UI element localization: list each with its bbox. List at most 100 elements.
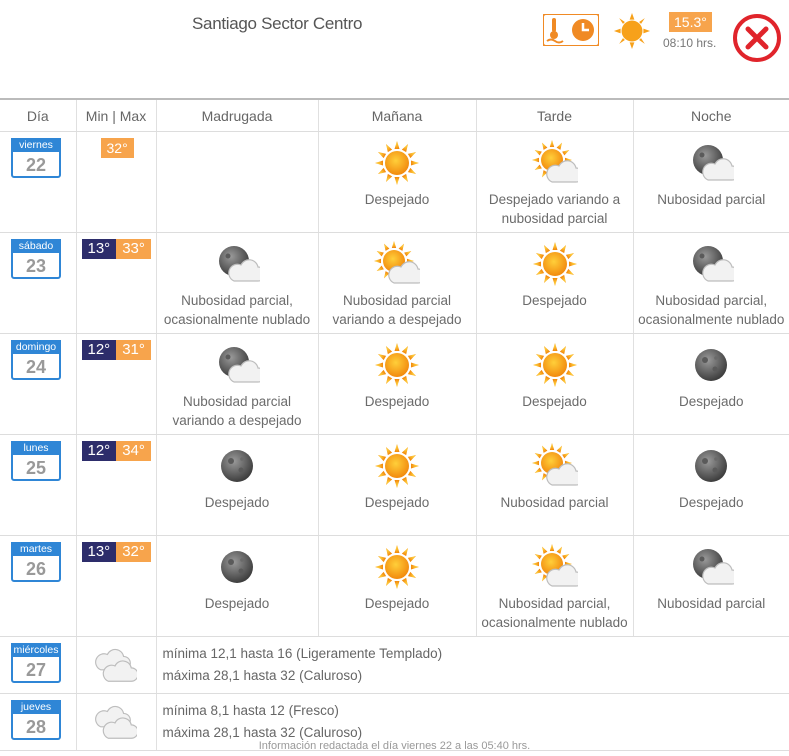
max-temp: 32° <box>116 542 151 562</box>
weather-description: Despejado <box>204 495 270 510</box>
day-cell: martes 26 <box>0 535 76 637</box>
table-row: martes 26 13° 32° Despejado Despejado Nubosida… <box>0 535 789 637</box>
weather-description: Despejado <box>364 495 430 510</box>
max-temp: 32° <box>100 138 134 158</box>
min-range-text: mínima 12,1 hasta 16 (Ligeramente Templa… <box>162 646 443 661</box>
period-cell: Nubosidad parcial, ocasionalmente nublad… <box>475 535 633 637</box>
min-range-text: mínima 8,1 hasta 12 (Fresco) <box>162 703 339 718</box>
icon-cell <box>75 636 156 694</box>
weather-description: Nubosidad parcial, ocasionalmente nublad… <box>163 293 311 327</box>
min-temp: 13° <box>81 239 117 259</box>
moon-cloud-icon <box>688 544 740 590</box>
day-number: 24 <box>25 357 47 377</box>
col-header-madrugada: Madrugada <box>155 98 318 132</box>
day-cell: domingo 24 <box>0 333 76 435</box>
moon-cloud-icon <box>688 140 740 186</box>
weekday-label: domingo <box>11 340 61 354</box>
table-row: miércoles 27 mínima 12,1 hasta 16 (Ligera… <box>0 636 789 694</box>
period-cell: Nubosidad parcial variando a despejado <box>317 232 476 334</box>
weather-description: Despejado <box>364 394 430 409</box>
weather-description: Despejado <box>204 596 270 611</box>
close-icon[interactable] <box>731 12 783 64</box>
weekday-label: viernes <box>11 138 61 152</box>
moon-cloud-icon <box>214 342 266 388</box>
current-temperature: 15.3° <box>669 12 712 32</box>
sun-icon <box>374 342 420 388</box>
weather-description: Nubosidad parcial <box>657 596 766 611</box>
day-number: 28 <box>25 717 47 737</box>
table-row: domingo 24 12° 31° Nubosidad parcial variand… <box>0 333 789 435</box>
table-row: viernes 22 32° Despejado Despejado variando … <box>0 131 789 233</box>
calendar-icon: domingo 24 <box>11 340 61 380</box>
forecast-table: Día Min | Max Madrugada Mañana Tarde Noc… <box>0 98 789 751</box>
temperature-time-icon <box>543 14 599 46</box>
period-cell: Nubosidad parcial <box>632 535 789 637</box>
moon-icon <box>688 342 734 388</box>
weather-description: Nubosidad parcial <box>657 192 766 207</box>
weather-description: Despejado <box>364 596 430 611</box>
minmax-cell: 13° 33° <box>75 232 156 334</box>
day-cell: miércoles 27 <box>0 636 76 694</box>
minmax-cell: 32° <box>75 131 156 233</box>
table-row: sábado 23 13° 33° Nubosidad parcial, ocasion… <box>0 232 789 334</box>
weekday-label: miércoles <box>11 643 61 657</box>
minmax-cell: 12° 34° <box>75 434 156 536</box>
moon-icon <box>214 544 260 590</box>
minmax-cell: 12° 31° <box>75 333 156 435</box>
max-temp: 33° <box>116 239 151 259</box>
moon-cloud-icon <box>688 241 740 287</box>
weather-description: Nubosidad parcial <box>500 495 609 510</box>
minmax-cell: 13° 32° <box>75 535 156 637</box>
day-number: 25 <box>25 458 47 478</box>
sun-cloud-icon <box>531 544 584 590</box>
max-temp: 31° <box>116 340 151 360</box>
weather-description: Despejado <box>522 293 587 308</box>
weather-description: Despejado <box>364 192 430 207</box>
col-header-tarde: Tarde <box>475 98 633 132</box>
period-cell: Despejado <box>632 333 789 435</box>
period-cell <box>155 131 318 233</box>
calendar-icon: lunes 25 <box>11 441 61 481</box>
sun-cloud-icon <box>374 241 426 287</box>
sun-icon <box>374 443 420 489</box>
period-cell: Despejado <box>317 333 476 435</box>
period-cell: Despejado <box>632 434 789 536</box>
extended-text-cell: mínima 12,1 hasta 16 (Ligeramente Templa… <box>155 636 789 694</box>
sun-cloud-icon <box>531 443 584 489</box>
moon-icon <box>688 443 734 489</box>
calendar-icon: sábado 23 <box>11 239 61 279</box>
current-time: 08:10 hrs. <box>663 36 717 50</box>
weekday-label: martes <box>11 542 61 556</box>
calendar-icon: miércoles 27 <box>11 643 61 683</box>
weather-description: Despejado variando a nubosidad parcial <box>488 192 621 226</box>
day-cell: lunes 25 <box>0 434 76 536</box>
day-cell: sábado 23 <box>0 232 76 334</box>
weather-description: Nubosidad parcial, ocasionalmente nublad… <box>638 293 785 327</box>
day-cell: viernes 22 <box>0 131 76 233</box>
period-cell: Despejado <box>475 333 633 435</box>
weekday-label: lunes <box>11 441 61 455</box>
weather-description: Nubosidad parcial variando a despejado <box>172 394 302 428</box>
period-cell: Despejado <box>155 535 318 637</box>
weather-description: Nubosidad parcial, ocasionalmente nublad… <box>481 596 628 630</box>
calendar-icon: viernes 22 <box>11 138 61 178</box>
weekday-label: sábado <box>11 239 61 253</box>
header: Santiago Sector Centro 15.3° 08:10 hrs. <box>0 0 789 96</box>
period-cell: Nubosidad parcial, ocasionalmente nublad… <box>155 232 318 334</box>
cloudy-icon <box>93 700 139 742</box>
location-title: Santiago Sector Centro <box>192 14 363 33</box>
sun-icon <box>532 241 578 287</box>
period-cell: Nubosidad parcial <box>632 131 789 233</box>
weather-description: Despejado <box>522 394 587 409</box>
max-temp: 34° <box>116 441 151 461</box>
moon-cloud-icon <box>214 241 266 287</box>
weekday-label: jueves <box>11 700 61 714</box>
col-header-minmax: Min | Max <box>75 98 156 132</box>
sun-cloud-icon <box>531 140 584 186</box>
col-header-manana: Mañana <box>317 98 476 132</box>
period-cell: Despejado <box>317 535 476 637</box>
day-number: 23 <box>25 256 47 276</box>
min-temp: 12° <box>81 441 117 461</box>
sun-icon <box>532 342 578 388</box>
cloudy-icon <box>93 643 139 685</box>
